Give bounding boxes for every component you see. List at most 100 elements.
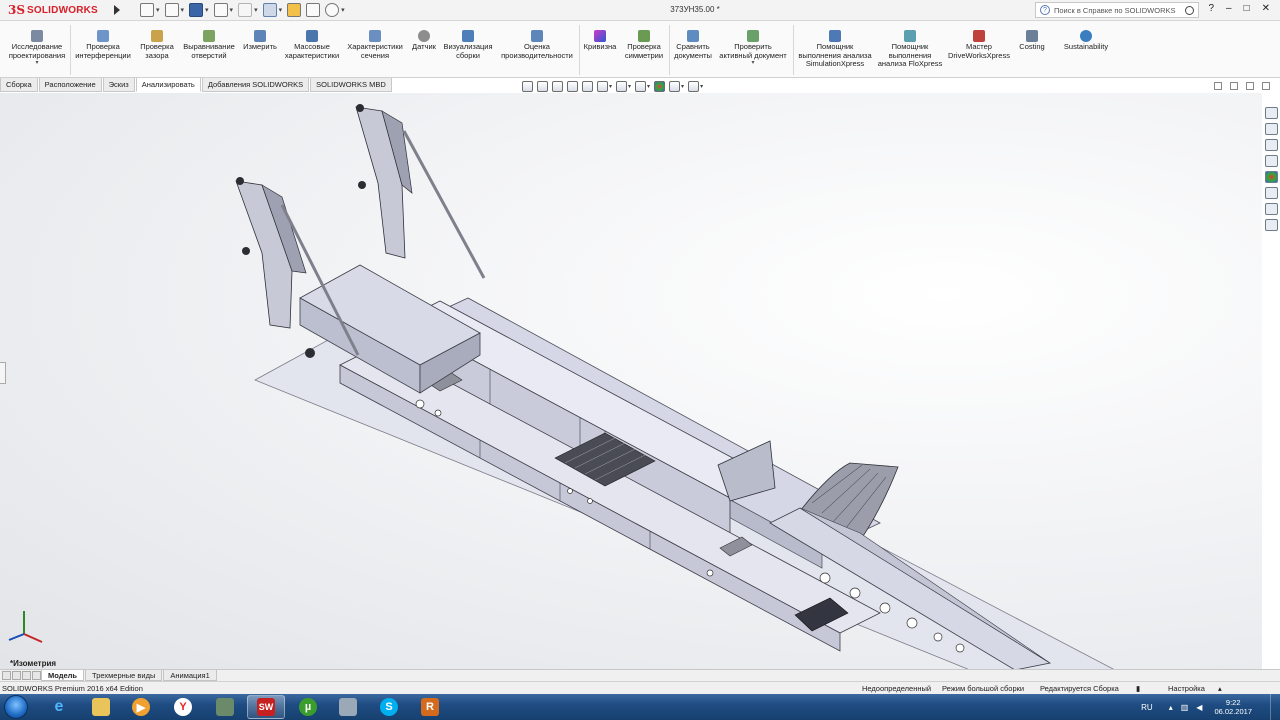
- network-icon[interactable]: ▥: [1181, 703, 1189, 712]
- file-properties-icon[interactable]: [306, 3, 321, 17]
- home-icon[interactable]: [1264, 107, 1278, 119]
- select-cursor-icon[interactable]: [262, 3, 277, 17]
- start-button[interactable]: [4, 695, 28, 719]
- minimize-button[interactable]: –: [1226, 3, 1232, 14]
- curvature-button[interactable]: Кривизна: [582, 21, 618, 78]
- hide-show-caret-icon[interactable]: ▾: [647, 83, 650, 90]
- taskbar-skype[interactable]: S: [370, 695, 408, 719]
- interference-button[interactable]: Проверка интерференции: [72, 21, 134, 78]
- performance-evaluation-button[interactable]: Оценка производительности: [498, 21, 576, 78]
- taskbar-ie[interactable]: e: [40, 695, 78, 719]
- taskbar-solidworks[interactable]: SW: [247, 695, 285, 719]
- tab-evaluate[interactable]: Анализировать: [135, 78, 201, 92]
- feature-manager-flyout-handle[interactable]: [0, 362, 6, 384]
- taskbar-yandex[interactable]: Y: [164, 695, 202, 719]
- new-document-icon[interactable]: [140, 3, 154, 17]
- taskbar-sw-desktop[interactable]: [206, 695, 244, 719]
- file-explorer-icon[interactable]: [1264, 139, 1278, 151]
- options-gear-icon[interactable]: [325, 3, 340, 17]
- rebuild-icon[interactable]: [287, 3, 302, 17]
- viewport-close-icon[interactable]: [1262, 82, 1270, 90]
- sustainability-button[interactable]: Sustainability: [1058, 21, 1114, 78]
- taskbar-media-player[interactable]: ▶: [122, 695, 160, 719]
- undo-caret-icon[interactable]: ▾: [254, 6, 258, 14]
- tab-assembly[interactable]: Сборка: [0, 78, 38, 92]
- viewport-minimize-icon[interactable]: [1230, 82, 1238, 90]
- volume-icon[interactable]: ◀: [1196, 703, 1202, 712]
- mass-properties-button[interactable]: Массовые характеристики: [282, 21, 342, 78]
- symmetry-check-button[interactable]: Проверка симметрии: [621, 21, 667, 78]
- tab-animation[interactable]: Анимация1: [163, 670, 217, 681]
- tab-3d-views[interactable]: Трехмерные виды: [85, 670, 163, 681]
- save-icon[interactable]: [189, 3, 204, 17]
- graphics-area[interactable]: [0, 93, 1262, 669]
- tab-layout[interactable]: Расположение: [38, 78, 102, 92]
- sensor-button[interactable]: Датчик: [408, 21, 440, 78]
- measure-button[interactable]: Измерить: [240, 21, 280, 78]
- language-indicator[interactable]: RU: [1141, 703, 1153, 712]
- solidworks-forum-icon[interactable]: [1264, 203, 1278, 215]
- open-icon[interactable]: [164, 3, 179, 17]
- last-tab-icon[interactable]: [32, 671, 41, 680]
- previous-view-icon[interactable]: [552, 81, 563, 92]
- configuration-label[interactable]: Настройка: [1168, 684, 1205, 693]
- clearance-button[interactable]: Проверка зазора: [136, 21, 178, 78]
- taskbar-utorrent[interactable]: µ: [289, 695, 327, 719]
- maximize-button[interactable]: □: [1244, 3, 1250, 14]
- design-library-icon[interactable]: [1264, 123, 1278, 135]
- display-style-icon[interactable]: [616, 81, 628, 92]
- driveworksxpress-button[interactable]: Мастер DriveWorksXpress: [946, 21, 1012, 78]
- help-search-input[interactable]: Поиск в Справке по SOLIDWORKS: [1054, 6, 1176, 15]
- costing-button[interactable]: Costing: [1014, 21, 1050, 78]
- close-button[interactable]: ✕: [1262, 3, 1270, 14]
- tab-model[interactable]: Модель: [41, 670, 85, 681]
- help-search-box[interactable]: ? Поиск в Справке по SOLIDWORKS: [1035, 2, 1199, 18]
- assembly-visualization-button[interactable]: Визуализация сборки: [442, 21, 494, 78]
- select-caret-icon[interactable]: ▾: [279, 6, 283, 14]
- tab-mbd[interactable]: SOLIDWORKS MBD: [310, 78, 392, 92]
- viewport-split-icon[interactable]: [1214, 82, 1222, 90]
- show-desktop-button[interactable]: [1270, 694, 1280, 720]
- section-view-icon[interactable]: [567, 81, 578, 92]
- tab-sketch[interactable]: Эскиз: [102, 78, 135, 92]
- clock[interactable]: 9:22 06.02.2017: [1214, 698, 1252, 716]
- print-caret-icon[interactable]: ▾: [230, 6, 234, 14]
- new-caret-icon[interactable]: ▾: [156, 6, 160, 14]
- help-menu-icon[interactable]: ?: [1208, 3, 1214, 14]
- next-tab-icon[interactable]: [22, 671, 31, 680]
- zoom-to-area-icon[interactable]: [537, 81, 548, 92]
- zoom-to-fit-icon[interactable]: [522, 81, 533, 92]
- search-icon[interactable]: [1185, 5, 1194, 15]
- simulationxpress-button[interactable]: Помощник выполнения анализа SimulationXp…: [796, 21, 874, 78]
- status-caret-icon[interactable]: ▴: [1218, 684, 1222, 693]
- view-orientation-caret-icon[interactable]: ▾: [609, 83, 612, 90]
- custom-properties-icon[interactable]: [1264, 187, 1278, 199]
- check-active-document-button[interactable]: Проверить активный документ ▾: [716, 21, 790, 78]
- view-orientation-icon[interactable]: [597, 81, 608, 92]
- taskbar-calculator[interactable]: [329, 695, 367, 719]
- design-study-button[interactable]: Исследование проектирования ▾: [6, 21, 68, 78]
- menu-expand-icon[interactable]: [114, 5, 120, 15]
- hole-alignment-button[interactable]: Выравнивание отверстий: [180, 21, 238, 78]
- view-settings-icon[interactable]: [688, 81, 700, 92]
- solidworks-logo[interactable]: 3S SOLIDWORKS: [0, 0, 110, 21]
- previous-tab-icon[interactable]: [12, 671, 21, 680]
- open-caret-icon[interactable]: ▾: [181, 6, 185, 14]
- section-properties-button[interactable]: Характеристики сечения: [344, 21, 406, 78]
- taskbar-revit[interactable]: R: [411, 695, 449, 719]
- apply-scene-icon[interactable]: [669, 81, 681, 92]
- taskbar-explorer[interactable]: [82, 695, 120, 719]
- floxpress-button[interactable]: Помощник выполнения анализа FloXpress: [876, 21, 944, 78]
- edit-appearance-icon[interactable]: [654, 81, 666, 92]
- save-caret-icon[interactable]: ▾: [205, 6, 209, 14]
- hide-show-items-icon[interactable]: [635, 81, 647, 92]
- options-caret-icon[interactable]: ▾: [341, 6, 345, 14]
- rebuild-indicator-icon[interactable]: ▮: [1136, 684, 1140, 693]
- print-icon[interactable]: [213, 3, 228, 17]
- resources-icon[interactable]: [1264, 219, 1278, 231]
- view-palette-icon[interactable]: [1264, 155, 1278, 167]
- first-tab-icon[interactable]: [2, 671, 11, 680]
- view-settings-caret-icon[interactable]: ▾: [700, 83, 703, 90]
- undo-icon[interactable]: [238, 3, 253, 17]
- display-style-caret-icon[interactable]: ▾: [628, 83, 631, 90]
